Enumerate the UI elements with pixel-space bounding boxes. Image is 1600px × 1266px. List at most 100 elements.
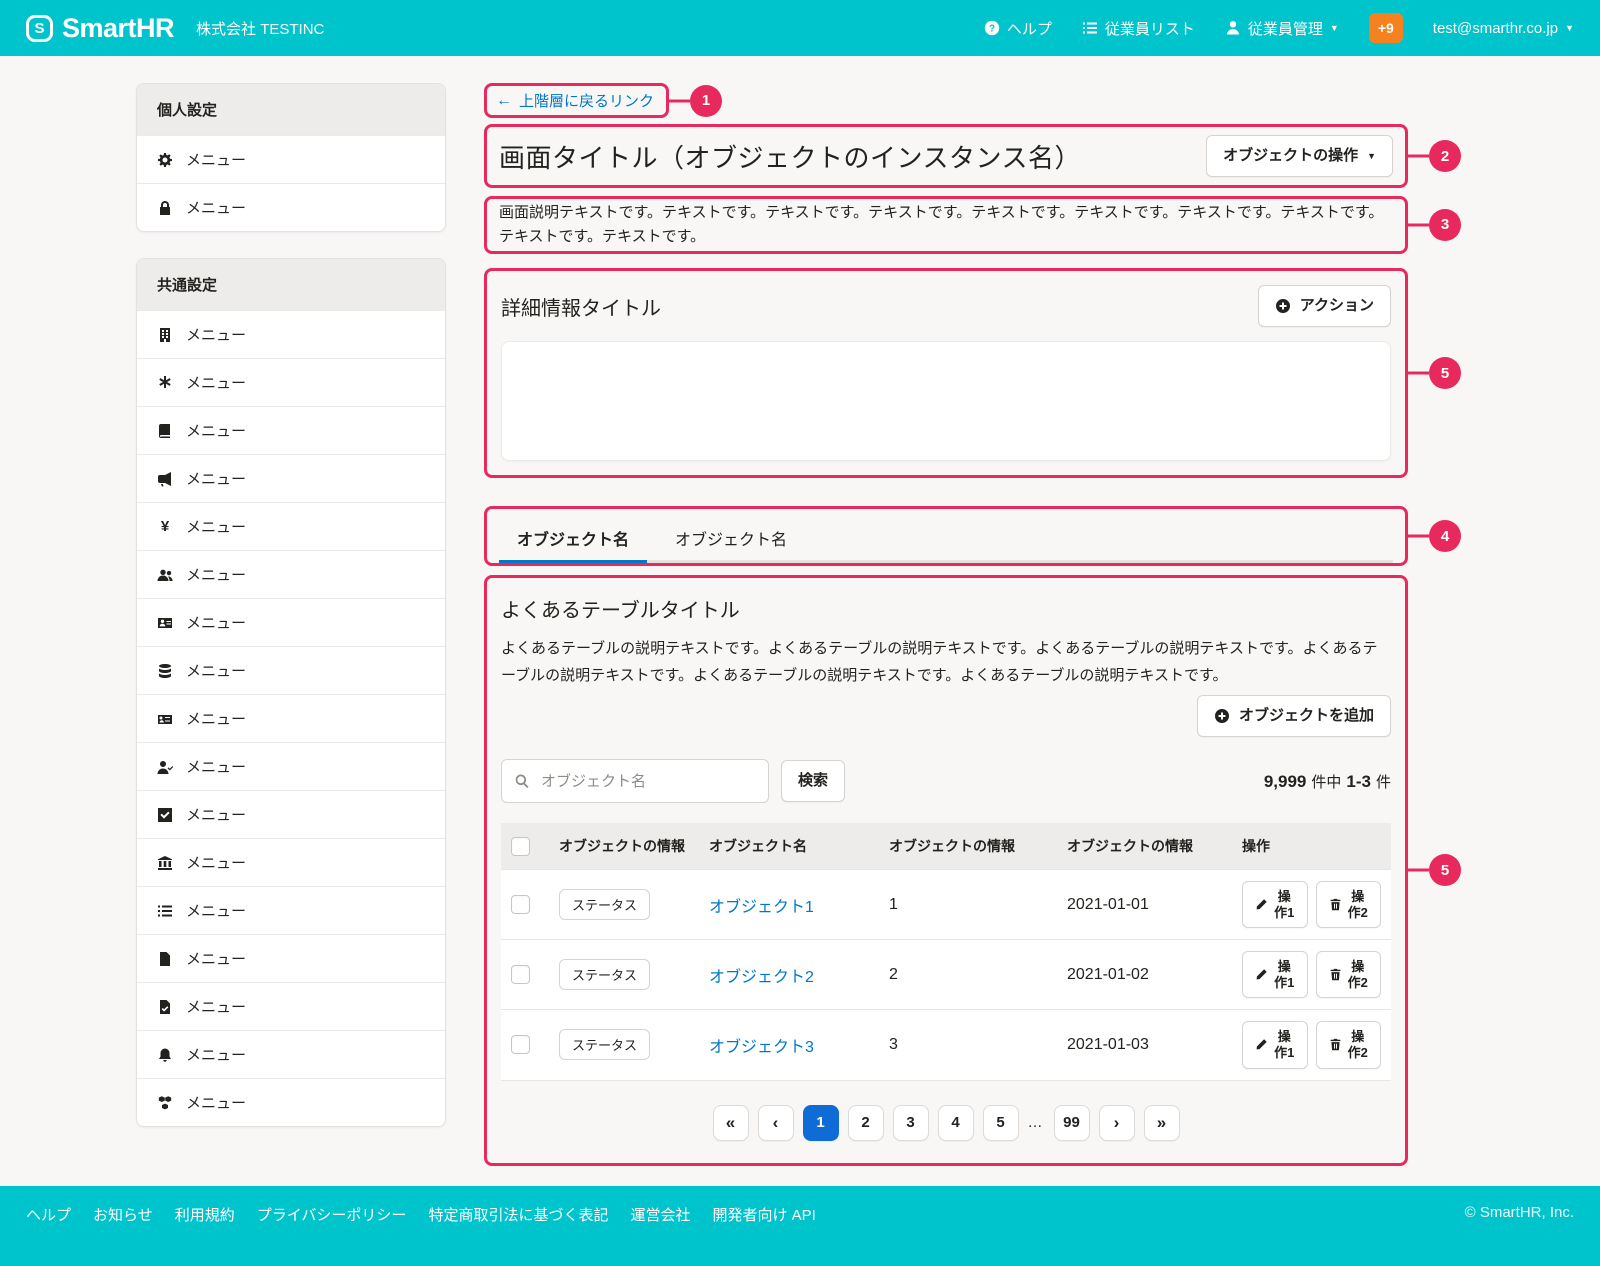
page-5-button[interactable]: 5 [983,1105,1019,1141]
sidebar-item-landmark[interactable]: メニュー [137,838,445,886]
footer-link[interactable]: 開発者向け API [712,1204,815,1225]
smarthr-logo-icon[interactable]: S [26,15,53,42]
edit-button[interactable]: 操作1 [1242,951,1308,998]
sidebar-section-title: 個人設定 [137,84,445,135]
sidebar-item-users[interactable]: メニュー [137,550,445,598]
sidebar-item-lock[interactable]: メニュー [137,183,445,231]
sidebar-item-label: メニュー [186,756,246,777]
sidebar-item-list[interactable]: メニュー [137,886,445,934]
footer-link[interactable]: お知らせ [93,1204,153,1225]
building-icon [157,327,173,343]
back-link[interactable]: ← 上階層に戻るリンク [496,90,654,111]
page-1-button[interactable]: 1 [803,1105,839,1141]
yen-icon: ¥ [157,519,173,535]
plus-circle-icon [1275,298,1291,314]
page-99-button[interactable]: 99 [1054,1105,1090,1141]
sidebar-item-usercheck[interactable]: メニュー [137,742,445,790]
page-2-button[interactable]: 2 [848,1105,884,1141]
page-description: 画面説明テキストです。テキストです。テキストです。テキストです。テキストです。テ… [499,201,1393,249]
footer-link[interactable]: プライバシーポリシー [257,1204,407,1225]
edit-button[interactable]: 操作1 [1242,881,1308,928]
account-email: test@smarthr.co.jp [1433,20,1558,37]
name-cell: オブジェクト3 [699,1010,879,1080]
object-link[interactable]: オブジェクト2 [709,969,814,986]
sidebar-item-bell[interactable]: メニュー [137,1030,445,1078]
row-checkbox[interactable] [511,895,530,914]
count-total: 9,999 [1264,772,1307,792]
footer-link[interactable]: 特定商取引法に基づく表記 [428,1204,608,1225]
object-link[interactable]: オブジェクト3 [709,1039,814,1056]
sidebar-section: 個人設定メニューメニュー [136,83,446,232]
sidebar-item-building[interactable]: メニュー [137,310,445,358]
select-all-checkbox[interactable] [511,837,530,856]
annotation-marker: 2 [1429,140,1461,172]
employee-management-dropdown[interactable]: 従業員管理 ▼ [1225,18,1339,39]
page-prev-button[interactable]: ‹ [758,1105,794,1141]
footer-link[interactable]: ヘルプ [26,1204,71,1225]
object-link[interactable]: オブジェクト1 [709,899,814,916]
brand-name[interactable]: SmartHR [62,13,174,44]
edit-button-label: 操作1 [1274,959,1295,990]
annotation-marker: 1 [690,85,722,117]
app-footer: ヘルプ お知らせ 利用規約 プライバシーポリシー特定商取引法に基づく表記 運営会社 開発者… [0,1186,1600,1266]
annotation-marker: 5 [1429,854,1461,886]
trash-icon [1329,898,1342,911]
lock-icon [157,200,173,216]
sidebar-item-filecheck[interactable]: メニュー [137,982,445,1030]
idcard-icon [157,615,173,631]
row-checkbox[interactable] [511,1035,530,1054]
row-actions: 操作1 操作2 [1242,881,1381,928]
footer-link[interactable]: 運営会社 [630,1204,690,1225]
search-input[interactable] [539,772,756,791]
sidebar-item-gear[interactable]: メニュー [137,135,445,183]
sidebar-item-yen[interactable]: ¥メニュー [137,502,445,550]
sidebar-item-cubes[interactable]: メニュー [137,1078,445,1126]
table-row: ステータスオブジェクト222021-01-02操作1操作2 [501,940,1391,1010]
search-button[interactable]: 検索 [781,760,845,802]
file-icon [157,951,173,967]
tab-object-2[interactable]: オブジェクト名 [657,515,805,563]
delete-button[interactable]: 操作2 [1316,951,1382,998]
sidebar-item-checksquare[interactable]: メニュー [137,790,445,838]
tab-object-1[interactable]: オブジェクト名 [499,515,647,563]
date-cell: 2021-01-01 [1057,870,1232,940]
delete-button[interactable]: 操作2 [1316,1021,1382,1068]
account-dropdown[interactable]: test@smarthr.co.jp ▼ [1433,20,1574,37]
cubes-icon [157,1095,173,1111]
action-button[interactable]: アクション [1258,285,1391,327]
page-last-button[interactable]: » [1144,1105,1180,1141]
sidebar-item-moneycheck[interactable]: メニュー [137,694,445,742]
sidebar-item-asterisk[interactable]: メニュー [137,358,445,406]
notification-badge[interactable]: +9 [1369,13,1403,43]
sidebar-item-megaphone[interactable]: メニュー [137,454,445,502]
page-4-button[interactable]: 4 [938,1105,974,1141]
database-icon [157,663,173,679]
search-field[interactable] [501,759,769,803]
footer-link[interactable]: 利用規約 [175,1204,235,1225]
page-3-button[interactable]: 3 [893,1105,929,1141]
sidebar-item-label: メニュー [186,852,246,873]
sidebar-item-label: メニュー [186,1044,246,1065]
object-actions-menu-button[interactable]: オブジェクトの操作 ▼ [1206,135,1393,177]
pencil-icon [1255,968,1268,981]
row-checkbox[interactable] [511,965,530,984]
column-header: オブジェクト名 [699,823,879,870]
sidebar-item-book[interactable]: メニュー [137,406,445,454]
megaphone-icon [157,471,173,487]
search-controls: 検索 [501,759,845,803]
count-unit: 件 [1376,771,1391,792]
svg-text:?: ? [989,23,995,34]
add-object-button-label: オブジェクトを追加 [1239,707,1374,725]
sidebar-item-database[interactable]: メニュー [137,646,445,694]
page-next-button[interactable]: › [1099,1105,1135,1141]
edit-button-label: 操作1 [1274,889,1295,920]
actions-cell-wrap: 操作1 操作2 [1232,940,1391,1010]
page-first-button[interactable]: « [713,1105,749,1141]
sidebar-item-file[interactable]: メニュー [137,934,445,982]
sidebar-item-idcard[interactable]: メニュー [137,598,445,646]
delete-button[interactable]: 操作2 [1316,881,1382,928]
help-nav-item[interactable]: ? ヘルプ [984,18,1052,39]
add-object-button[interactable]: オブジェクトを追加 [1197,695,1391,737]
employee-list-nav-item[interactable]: 従業員リスト [1082,18,1195,39]
edit-button[interactable]: 操作1 [1242,1021,1308,1068]
